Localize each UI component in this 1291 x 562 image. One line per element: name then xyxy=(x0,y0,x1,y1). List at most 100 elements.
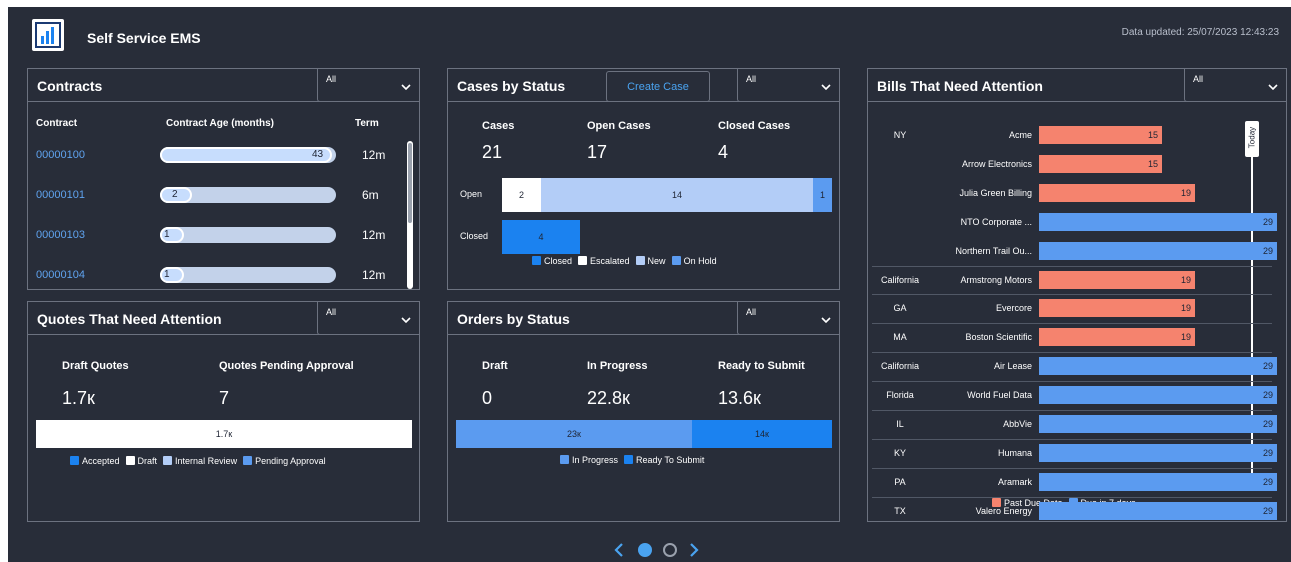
cases-filter-dropdown[interactable]: All xyxy=(737,69,839,102)
bill-account-label: World Fuel Data xyxy=(967,390,1032,400)
kpi-value: 13.6к xyxy=(718,388,761,408)
bill-account-label: Aramark xyxy=(997,477,1032,487)
orders-filter-dropdown[interactable]: All xyxy=(737,302,839,335)
bill-account-label: Acme xyxy=(1008,130,1032,140)
bill-state-label: California xyxy=(880,361,920,371)
bill-state-label: PA xyxy=(894,477,906,487)
bill-state-label: Florida xyxy=(886,390,914,400)
bill-account-label: Evercore xyxy=(995,303,1032,313)
bill-bar[interactable]: 29 xyxy=(1039,386,1277,404)
bill-bar[interactable]: 19 xyxy=(1039,299,1195,317)
contract-age-fill xyxy=(160,147,332,163)
order-bar-segment[interactable]: 23к xyxy=(456,420,692,448)
chevron-right-icon[interactable] xyxy=(688,542,700,558)
kpi-value: 1.7к xyxy=(62,388,95,408)
scrollbar-thumb[interactable] xyxy=(408,143,412,223)
kpi-label: Cases xyxy=(482,120,515,132)
bill-value: 29 xyxy=(1262,390,1273,400)
legend-swatch xyxy=(243,456,253,465)
contract-term: 12m xyxy=(362,228,386,242)
page-dot-active[interactable] xyxy=(638,543,652,557)
column-header-contract-age: Contract Age (months) xyxy=(166,118,274,129)
bill-value: 15 xyxy=(1147,130,1158,140)
group-divider xyxy=(872,439,1272,440)
bill-bar[interactable]: 19 xyxy=(1039,184,1195,202)
kpi-label: Draft xyxy=(482,360,508,372)
case-bar-segment[interactable]: 14 xyxy=(541,178,813,212)
kpi-label: Quotes Pending Approval xyxy=(219,360,354,372)
column-header-term: Term xyxy=(355,118,379,129)
legend-swatch xyxy=(125,456,135,465)
case-bar-segment[interactable]: 2 xyxy=(502,178,541,212)
today-label: Today xyxy=(1247,126,1257,149)
group-divider xyxy=(872,381,1272,382)
chevron-down-icon xyxy=(1268,84,1278,90)
bill-value: 29 xyxy=(1262,246,1273,256)
cases-panel: Cases by Status Create Case All Cases Op… xyxy=(447,68,840,290)
bill-state-label: NY xyxy=(893,130,907,140)
legend-label: Pending Approval xyxy=(255,456,326,466)
bill-bar[interactable]: 15 xyxy=(1039,126,1162,144)
create-case-button[interactable]: Create Case xyxy=(606,71,710,102)
legend-label: Ready To Submit xyxy=(636,455,705,465)
bill-bar[interactable]: 19 xyxy=(1039,271,1195,289)
column-header-contract: Contract xyxy=(36,118,78,129)
bill-account-label: Arrow Electronics xyxy=(961,159,1032,169)
bar-chart-icon xyxy=(32,19,64,51)
bill-bar[interactable]: 29 xyxy=(1039,473,1277,491)
contract-age-value: 1 xyxy=(164,229,170,240)
page-dot[interactable] xyxy=(663,543,677,557)
kpi-value: 0 xyxy=(482,388,493,408)
bill-bar[interactable]: 29 xyxy=(1039,444,1277,462)
bill-value: 19 xyxy=(1180,188,1191,198)
contract-age-bar: 2 xyxy=(160,187,336,203)
today-marker: Today xyxy=(1245,121,1259,157)
bill-bar[interactable]: 19 xyxy=(1039,328,1195,346)
chevron-down-icon xyxy=(401,317,411,323)
legend-swatch xyxy=(671,256,681,265)
quotes-filter-dropdown[interactable]: All xyxy=(317,302,419,335)
contract-link[interactable]: 00000103 xyxy=(36,229,85,241)
contract-age-bar: 1 xyxy=(160,227,336,243)
contract-link[interactable]: 00000104 xyxy=(36,269,85,281)
case-bar-segment[interactable]: 1 xyxy=(813,178,832,212)
contract-link[interactable]: 00000100 xyxy=(36,149,85,161)
bill-value: 29 xyxy=(1262,506,1273,516)
divider xyxy=(868,101,1286,102)
bill-bar[interactable]: 15 xyxy=(1039,155,1162,173)
contract-age-value: 1 xyxy=(164,269,170,280)
bill-account-label: Armstrong Motors xyxy=(960,275,1032,285)
quotes-bar-draft[interactable]: 1.7к xyxy=(36,420,412,448)
contract-term: 12m xyxy=(362,148,386,162)
quotes-legend: Accepted Draft Internal Review Pending Appr… xyxy=(64,456,326,466)
chevron-down-icon xyxy=(401,84,411,90)
group-divider xyxy=(872,294,1272,295)
order-bar-segment[interactable]: 14к xyxy=(692,420,832,448)
bar-label: 1.7к xyxy=(215,429,233,439)
bill-bar[interactable]: 29 xyxy=(1039,357,1277,375)
bills-panel: Bills That Need Attention All Today Past… xyxy=(867,68,1287,522)
legend-label: Accepted xyxy=(82,456,120,466)
bill-value: 29 xyxy=(1262,361,1273,371)
bill-value: 19 xyxy=(1180,275,1191,285)
bill-bar[interactable]: 29 xyxy=(1039,242,1277,260)
contract-link[interactable]: 00000101 xyxy=(36,189,85,201)
contract-age-value: 43 xyxy=(312,149,324,160)
bill-value: 19 xyxy=(1180,303,1191,313)
legend-swatch xyxy=(635,256,645,265)
kpi-label: In Progress xyxy=(587,360,648,372)
bill-bar[interactable]: 29 xyxy=(1039,415,1277,433)
group-divider xyxy=(872,468,1272,469)
bill-bar[interactable]: 29 xyxy=(1039,502,1277,520)
chevron-left-icon[interactable] xyxy=(613,542,625,558)
contracts-filter-dropdown[interactable]: All xyxy=(317,69,419,102)
bill-bar[interactable]: 29 xyxy=(1039,213,1277,231)
contracts-title: Contracts xyxy=(37,78,103,94)
legend-label: Draft xyxy=(137,456,158,466)
chevron-down-icon xyxy=(821,84,831,90)
case-bar-segment[interactable]: 4 xyxy=(502,220,580,254)
bill-account-label: Julia Green Billing xyxy=(959,188,1032,198)
bills-filter-dropdown[interactable]: All xyxy=(1184,69,1286,102)
legend-label: New xyxy=(647,256,666,266)
bill-state-label: TX xyxy=(894,506,906,516)
